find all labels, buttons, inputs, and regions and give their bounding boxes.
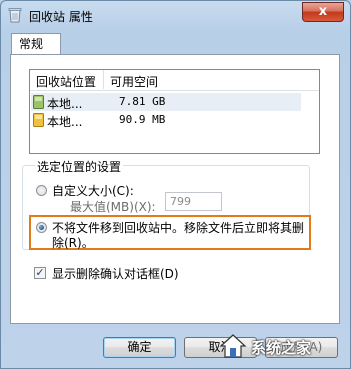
- custom-size-radio[interactable]: [36, 185, 47, 196]
- list-item[interactable]: 本地... 90.9 MB: [31, 111, 301, 129]
- tab-general[interactable]: 常规: [11, 33, 61, 55]
- ok-button[interactable]: 确定: [103, 337, 176, 358]
- column-header-free-space[interactable]: 可用空间: [110, 73, 158, 90]
- drive-icon: [33, 95, 44, 109]
- drive-icon: [33, 113, 44, 127]
- max-value-label: 最大值(MB)(X):: [70, 200, 156, 214]
- free-space-value: 7.81 GB: [119, 95, 166, 108]
- list-item[interactable]: 本地... 7.81 GB: [31, 93, 301, 111]
- column-header-location[interactable]: 回收站位置: [36, 73, 96, 90]
- free-space-value: 90.9 MB: [119, 113, 166, 126]
- confirm-delete-label[interactable]: 显示删除确认对话框(D): [52, 265, 179, 282]
- location-name: 本地...: [47, 115, 83, 129]
- properties-window: 回收站 属性 x 常规 回收站位置 可用空间 本地... 7.81 GB 本地.…: [0, 0, 351, 369]
- window-title: 回收站 属性: [29, 10, 93, 24]
- close-icon: x: [318, 4, 328, 19]
- max-size-input[interactable]: 799: [165, 192, 222, 211]
- close-button[interactable]: x: [302, 2, 344, 22]
- group-legend: 选定位置的设置: [35, 158, 124, 175]
- confirm-delete-checkbox[interactable]: ✓: [34, 267, 46, 279]
- recycle-bin-icon: [8, 8, 22, 23]
- no-recycle-radio[interactable]: [36, 222, 47, 233]
- recycle-location-list[interactable]: 回收站位置 可用空间 本地... 7.81 GB 本地... 90.9 MB: [29, 69, 320, 154]
- list-header: 回收站位置 可用空间: [30, 70, 319, 91]
- location-name: 本地...: [47, 97, 83, 111]
- column-divider[interactable]: [103, 70, 104, 89]
- custom-size-label[interactable]: 自定义大小(C):: [52, 182, 134, 199]
- no-recycle-label-line2[interactable]: 除(R)。: [52, 234, 94, 251]
- watermark-logo: 系统之家: [218, 329, 346, 363]
- title-bar[interactable]: 回收站 属性 x: [1, 1, 350, 29]
- watermark-house-icon: [219, 334, 247, 358]
- watermark-text: 系统之家: [251, 339, 312, 357]
